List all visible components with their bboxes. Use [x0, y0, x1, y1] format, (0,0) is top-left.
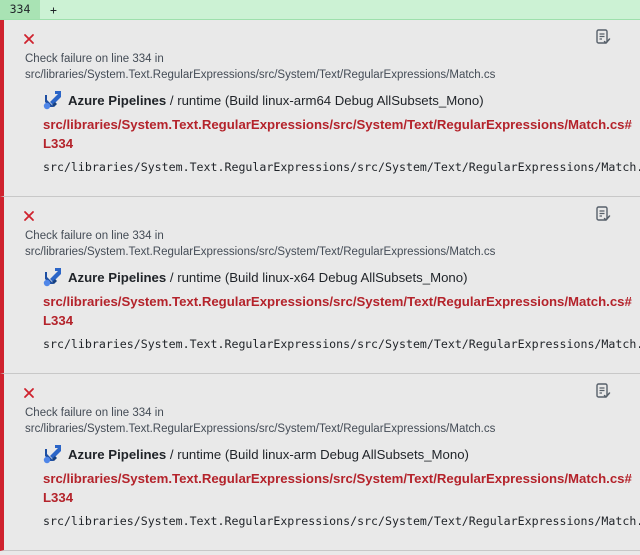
annotation-summary: Check failure on line 334 in src/librari…: [25, 51, 495, 83]
check-run: Azure Pipelines / runtime (Build linux-a…: [41, 89, 484, 111]
annotation-path: src/libraries/System.Text.RegularExpress…: [25, 246, 496, 258]
x-icon: [24, 34, 34, 44]
file-line-link[interactable]: src/libraries/System.Text.RegularExpress…: [43, 115, 633, 153]
annotation-message: src/libraries/System.Text.RegularExpress…: [43, 514, 640, 528]
copy-annotation-icon[interactable]: [594, 28, 612, 46]
annotation-summary: Check failure on line 334 in src/librari…: [25, 228, 495, 260]
annotation-message: src/libraries/System.Text.RegularExpress…: [43, 337, 640, 351]
line-number[interactable]: 334: [0, 0, 40, 19]
file-line-link[interactable]: src/libraries/System.Text.RegularExpress…: [43, 469, 633, 507]
annotation-path: src/libraries/System.Text.RegularExpress…: [25, 69, 496, 81]
provider-name: Azure Pipelines: [68, 269, 167, 285]
check-annotation: Check failure on line 334 in src/librari…: [0, 197, 640, 374]
check-run: Azure Pipelines / runtime (Build linux-a…: [41, 443, 469, 465]
copy-annotation-icon[interactable]: [594, 205, 612, 223]
file-line-link[interactable]: src/libraries/System.Text.RegularExpress…: [43, 292, 633, 330]
check-run: Azure Pipelines / runtime (Build linux-x…: [41, 266, 467, 288]
provider-name: Azure Pipelines: [68, 446, 167, 462]
annotation-title: Check failure on line 334 in: [25, 230, 164, 242]
annotation-summary: Check failure on line 334 in src/librari…: [25, 405, 495, 437]
diff-added-marker: +: [50, 2, 57, 17]
diff-line-added: 334 +: [0, 0, 640, 20]
annotation-message: src/libraries/System.Text.RegularExpress…: [43, 160, 640, 174]
job-name: / runtime (Build linux-arm64 Debug AllSu…: [166, 92, 484, 108]
check-annotations: Check failure on line 334 in src/librari…: [0, 20, 640, 551]
azure-pipelines-icon: [43, 445, 61, 464]
annotation-path: src/libraries/System.Text.RegularExpress…: [25, 423, 496, 435]
copy-annotation-icon[interactable]: [594, 382, 612, 400]
job-name: / runtime (Build linux-x64 Debug AllSubs…: [166, 269, 468, 285]
azure-pipelines-icon: [43, 91, 61, 110]
x-icon: [24, 388, 34, 398]
job-name: / runtime (Build linux-arm Debug AllSubs…: [166, 446, 469, 462]
check-annotation: Check failure on line 334 in src/librari…: [0, 20, 640, 197]
x-icon: [24, 211, 34, 221]
check-annotation: Check failure on line 334 in src/librari…: [0, 374, 640, 551]
annotation-title: Check failure on line 334 in: [25, 53, 164, 65]
azure-pipelines-icon: [43, 268, 61, 287]
provider-name: Azure Pipelines: [68, 92, 167, 108]
annotation-title: Check failure on line 334 in: [25, 407, 164, 419]
